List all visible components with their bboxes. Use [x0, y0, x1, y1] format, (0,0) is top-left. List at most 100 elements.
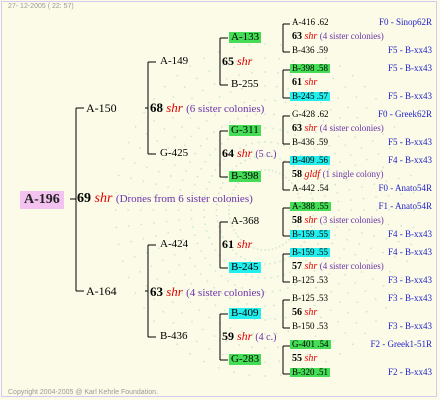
- gen2-mating-4-note: (4 c.): [255, 332, 277, 343]
- gen4-mating-1: 63 shr (4 sister colonies): [292, 32, 384, 42]
- gen2-queen-3[interactable]: A-424: [160, 239, 188, 250]
- gen2-queen-1[interactable]: A-149: [160, 56, 188, 67]
- gen1-mating-2-num: 63: [150, 284, 163, 299]
- gen4-mating-shr-2: shr: [304, 77, 318, 88]
- gen4-mating-note-6: (4 sister colonies): [319, 261, 384, 271]
- gen4-top-2[interactable]: B-398 .58: [290, 64, 330, 73]
- gen4-bot-6[interactable]: B-125 .53: [292, 276, 328, 285]
- gen2-mating-3: 61 shr: [222, 238, 252, 250]
- gen4-mating-shr-8: shr: [304, 353, 318, 364]
- origin-label-7: F4 - B-xx43: [387, 155, 432, 165]
- gen4-mating-note-3: (4 sister colonies): [319, 123, 384, 133]
- gen3-queen-7[interactable]: B-409: [229, 308, 261, 319]
- origin-label-2: F5 - B-xx43: [387, 45, 432, 55]
- gen1-mating-2-note: (4 sister colonies): [186, 287, 265, 299]
- gen4-top-3[interactable]: G-428 .62: [292, 110, 329, 119]
- gen2-mating-1: 65 shr: [222, 55, 252, 67]
- gen4-mating-num-7: 56: [292, 307, 302, 318]
- gen4-mating-num-1: 63: [292, 31, 302, 42]
- gen4-mating-7: 56 shr: [292, 308, 317, 318]
- gen4-mating-note-5: (3 sister colonies): [319, 215, 384, 225]
- gen4-mating-shr-3: shr: [304, 123, 318, 134]
- gen2-mating-4-shr: shr: [237, 329, 253, 343]
- gen4-bot-2[interactable]: B-245 .57: [290, 92, 330, 101]
- gen4-mating-2: 61 shr: [292, 78, 317, 88]
- gen4-top-1[interactable]: A-416 .62: [292, 18, 329, 27]
- gen4-mating-num-4: 58: [292, 169, 302, 180]
- gen4-mating-shr-4: gldf: [304, 169, 321, 180]
- gen2-mating-1-num: 65: [222, 54, 234, 68]
- gen2-mating-2-num: 64: [222, 146, 234, 160]
- gen4-mating-3: 63 shr (4 sister colonies): [292, 124, 384, 134]
- gen4-mating-8: 55 shr: [292, 354, 317, 364]
- origin-label-1: F0 - Sinop62R: [378, 17, 432, 27]
- origin-label-4: F5 - B-xx43: [387, 91, 432, 101]
- gen4-mating-5: 58 shr (3 sister colonies): [292, 216, 384, 226]
- gen4-mating-shr-7: shr: [304, 307, 318, 318]
- gen2-mating-2-shr: shr: [237, 146, 253, 160]
- gen2-mating-2-note: (5 c.): [255, 149, 277, 160]
- gen4-mating-note-1: (4 sister colonies): [319, 31, 384, 41]
- gen4-mating-4: 58 gldf (1 single colony): [292, 170, 384, 180]
- origin-label-8: F0 - Anato54R: [378, 183, 432, 193]
- origin-label-3: F5 - B-xx43: [387, 63, 432, 73]
- gen1-mating-1: 68 shr (6 sister colonies): [150, 101, 264, 115]
- origin-label-9: F1 - Anato54R: [378, 201, 432, 211]
- gen3-queen-8[interactable]: G-283: [229, 354, 262, 365]
- origin-label-12: F3 - B-xx43: [387, 275, 432, 285]
- gen2-mating-4-num: 59: [222, 329, 234, 343]
- gen4-mating-note-4: (1 single colony): [322, 169, 384, 179]
- root-note: (Drones from 6 sister colonies): [115, 193, 253, 205]
- gen2-mating-3-num: 61: [222, 237, 234, 251]
- gen4-bot-8[interactable]: B-320 .51: [290, 368, 330, 377]
- root-num: 69: [77, 191, 91, 206]
- gen1-mating-1-num: 68: [150, 100, 163, 115]
- root-queen[interactable]: A-196: [20, 191, 64, 209]
- gen4-mating-num-5: 58: [292, 215, 302, 226]
- gen4-bot-7[interactable]: B-150 .53: [292, 322, 328, 331]
- gen4-bot-5[interactable]: B-159 .55: [290, 230, 330, 239]
- gen2-mating-2: 64 shr (5 c.): [222, 147, 276, 160]
- gen1-mating-2-shr: shr: [166, 284, 183, 299]
- gen4-mating-num-8: 55: [292, 353, 302, 364]
- gen4-top-6[interactable]: B-159 .55: [290, 248, 330, 257]
- gen4-mating-6: 57 shr (4 sister colonies): [292, 262, 384, 272]
- copyright-footer: Copyright 2004-2005 @ Karl Kehrle Founda…: [8, 389, 158, 396]
- gen3-queen-2[interactable]: B-255: [231, 79, 259, 90]
- gen4-mating-num-2: 61: [292, 77, 302, 88]
- gen4-bot-3[interactable]: B-436 .59: [292, 138, 328, 147]
- gen2-mating-3-shr: shr: [237, 237, 253, 251]
- root-shr: shr: [94, 191, 113, 206]
- gen4-mating-shr-6: shr: [304, 261, 318, 272]
- gen4-top-4[interactable]: B-409 .56: [290, 156, 330, 165]
- gen4-bot-4[interactable]: A-442 .54: [292, 184, 329, 193]
- gen2-mating-1-shr: shr: [237, 54, 253, 68]
- gen1-mating-2: 63 shr (4 sister colonies): [150, 285, 264, 299]
- gen4-top-5[interactable]: A-388 .55: [290, 202, 331, 211]
- gen4-bot-1[interactable]: B-436 .59: [292, 46, 328, 55]
- gen4-mating-num-3: 63: [292, 123, 302, 134]
- gen3-queen-5[interactable]: A-368: [231, 216, 259, 227]
- gen4-top-7[interactable]: B-125 .53: [292, 294, 328, 303]
- gen1-queen-1[interactable]: A-150: [86, 102, 117, 114]
- origin-label-14: F3 - B-xx43: [387, 321, 432, 331]
- gen3-queen-1[interactable]: A-133: [229, 32, 262, 43]
- gen4-mating-num-6: 57: [292, 261, 302, 272]
- gen3-queen-6[interactable]: B-245: [229, 262, 261, 273]
- gen2-queen-4[interactable]: B-436: [160, 331, 188, 342]
- gen1-mating-1-shr: shr: [166, 100, 183, 115]
- gen4-mating-shr-1: shr: [304, 31, 318, 42]
- gen4-mating-shr-5: shr: [304, 215, 318, 226]
- gen3-queen-4[interactable]: B-398: [229, 171, 261, 182]
- root-mating: 69 shr (Drones from 6 sister colonies): [77, 192, 253, 206]
- gen2-queen-2[interactable]: G-425: [160, 148, 188, 159]
- gen4-top-8[interactable]: G-401 .54: [290, 340, 331, 349]
- gen1-mating-1-note: (6 sister colonies): [186, 103, 265, 115]
- gen1-queen-2[interactable]: A-164: [86, 285, 117, 297]
- gen2-mating-4: 59 shr (4 c.): [222, 330, 276, 343]
- gen3-queen-3[interactable]: G-311: [229, 125, 261, 136]
- origin-label-16: F2 - B-xx43: [387, 367, 432, 377]
- origin-label-11: F4 - B-xx43: [387, 247, 432, 257]
- origin-label-6: F5 - B-xx43: [387, 137, 432, 147]
- origin-label-10: F4 - B-xx43: [387, 229, 432, 239]
